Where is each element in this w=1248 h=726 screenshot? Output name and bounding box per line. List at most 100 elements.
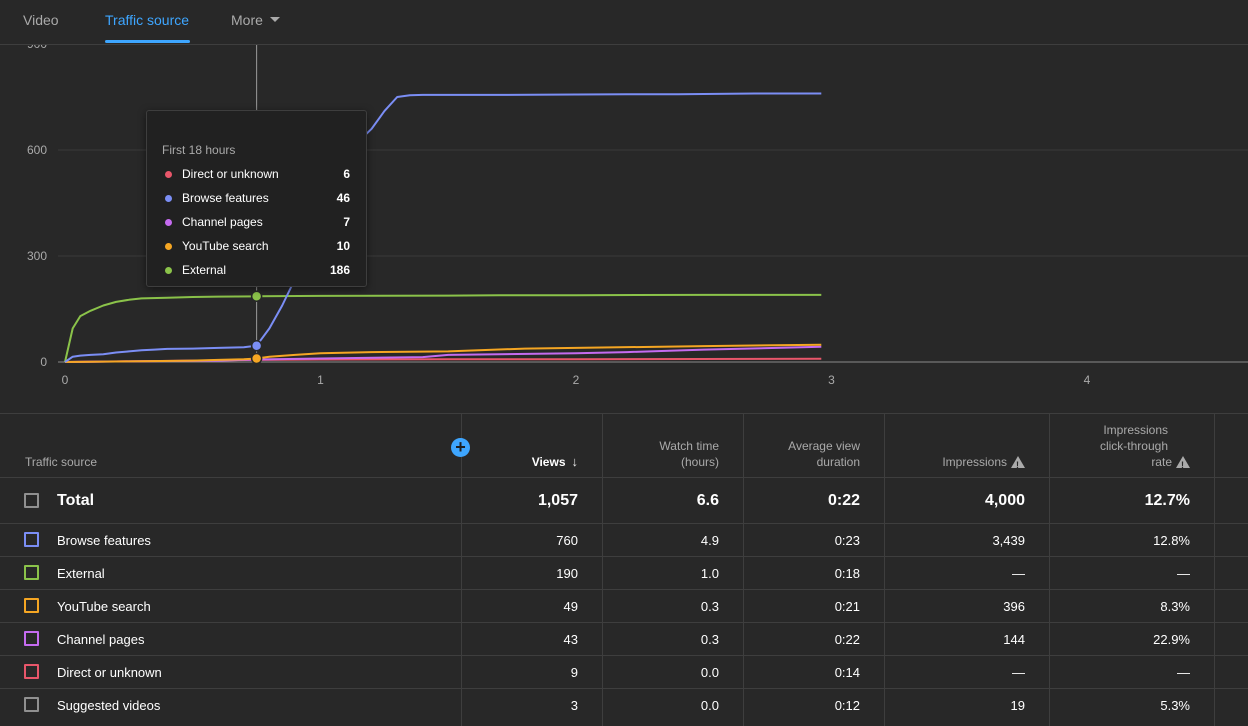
tooltip-row-value: 7 [343, 215, 350, 229]
warning-icon[interactable] [1011, 456, 1025, 473]
tab-video[interactable]: Video [23, 12, 59, 28]
header-impressions-label: Impressions [942, 455, 1007, 469]
header-impressions[interactable]: Impressions [942, 454, 1025, 473]
row-label[interactable]: External [57, 566, 105, 581]
tooltip-row-value: 6 [343, 167, 350, 181]
row-checkbox[interactable] [24, 598, 39, 613]
header-ctr[interactable]: Impressions click-through rate [1099, 422, 1190, 473]
y-tick-label: 900 [27, 45, 47, 51]
tooltip-row: Browse features 46 [162, 191, 350, 207]
header-watch-time[interactable]: Watch time (hours) [659, 438, 719, 470]
cell-ctr: 12.8% [1153, 533, 1190, 548]
cell-ctr: 12.7% [1144, 492, 1190, 509]
cell-ctr: — [1177, 566, 1190, 581]
hover-marker [250, 290, 263, 303]
legend-dot-icon [165, 267, 172, 274]
row-label: Total [57, 492, 95, 509]
row-checkbox[interactable] [24, 565, 39, 580]
arrow-down-icon: ↓ [571, 454, 579, 469]
row-checkbox[interactable] [24, 664, 39, 679]
cell-watch-time: 0.3 [700, 632, 719, 647]
cell-avg-duration: 0:21 [834, 599, 860, 614]
tooltip-row-value: 186 [329, 263, 350, 277]
cell-impressions: — [1012, 665, 1025, 680]
tooltip-row: Direct or unknown 6 [162, 167, 350, 183]
tooltip-row-value: 10 [336, 239, 350, 253]
cell-avg-duration: 0:12 [834, 698, 860, 713]
cell-views: 3 [570, 698, 578, 713]
cell-views: 1,057 [537, 492, 578, 509]
cell-ctr: — [1177, 665, 1190, 680]
y-tick-label: 300 [27, 249, 47, 263]
active-tab-indicator [105, 40, 190, 43]
cell-views: 760 [556, 533, 578, 548]
header-traffic-source: Traffic source [25, 455, 98, 469]
header-watch-time-line2: (hours) [680, 455, 719, 469]
cell-impressions: 396 [1003, 599, 1025, 614]
tooltip-row-label: Channel pages [182, 215, 263, 229]
tab-more-label: More [231, 12, 263, 28]
table-row: Direct or unknown 9 0.0 0:14 — — [0, 655, 1248, 689]
header-avg-line2: duration [816, 455, 860, 469]
row-label[interactable]: Direct or unknown [57, 665, 162, 680]
cell-views: 190 [556, 566, 578, 581]
warning-icon[interactable] [1176, 456, 1190, 473]
traffic-source-table: Traffic source + Views ↓ Watch time (hours… [0, 413, 1248, 726]
cell-impressions: 3,439 [992, 533, 1025, 548]
cell-avg-duration: 0:22 [834, 632, 860, 647]
cell-ctr: 22.9% [1153, 632, 1190, 647]
cell-watch-time: 4.9 [700, 533, 719, 548]
cell-watch-time: 0.0 [700, 665, 719, 680]
table-row: External 190 1.0 0:18 — — [0, 556, 1248, 590]
header-views[interactable]: Views ↓ [532, 454, 578, 470]
row-label[interactable]: Suggested videos [57, 698, 160, 713]
tab-more[interactable]: More [231, 12, 280, 28]
legend-dot-icon [165, 243, 172, 250]
table-row-total: Total 1,057 6.6 0:22 4,000 12.7% [0, 477, 1248, 524]
y-tick-label: 0 [40, 355, 47, 369]
x-tick-label: 2 [573, 373, 580, 387]
hover-marker [250, 352, 263, 365]
legend-dot-icon [165, 219, 172, 226]
header-avg-view-duration[interactable]: Average view duration [788, 438, 860, 470]
tab-traffic-source[interactable]: Traffic source [105, 12, 189, 28]
tooltip-row-label: Browse features [182, 191, 269, 205]
cell-ctr: 8.3% [1160, 599, 1190, 614]
cell-impressions: 4,000 [984, 492, 1025, 509]
header-ctr-line2: click-through [1099, 439, 1168, 453]
add-metric-button[interactable]: + [451, 438, 470, 457]
cell-impressions: 144 [1003, 632, 1025, 647]
cell-avg-duration: 0:14 [834, 665, 860, 680]
header-ctr-line3: rate [1151, 455, 1172, 469]
cell-watch-time: 0.0 [700, 698, 719, 713]
x-tick-label: 3 [828, 373, 835, 387]
tooltip-row-value: 46 [336, 191, 350, 205]
row-checkbox[interactable] [24, 631, 39, 646]
cell-impressions: 19 [1010, 698, 1025, 713]
row-label[interactable]: Browse features [57, 533, 151, 548]
cell-views: 49 [563, 599, 578, 614]
tooltip-row-label: Direct or unknown [182, 167, 279, 181]
row-label[interactable]: YouTube search [57, 599, 151, 614]
legend-dot-icon [165, 171, 172, 178]
cell-avg-duration: 0:22 [827, 492, 860, 509]
row-checkbox[interactable] [24, 532, 39, 547]
header-avg-line1: Average view [788, 439, 860, 453]
total-checkbox[interactable] [24, 493, 39, 508]
cell-watch-time: 6.6 [696, 492, 719, 509]
row-label[interactable]: Channel pages [57, 632, 144, 647]
cell-impressions: — [1012, 566, 1025, 581]
x-tick-label: 4 [1084, 373, 1091, 387]
legend-dot-icon [165, 195, 172, 202]
table-row: Suggested videos 3 0.0 0:12 19 5.3% [0, 688, 1248, 722]
tooltip-row: External 186 [162, 263, 350, 279]
header-watch-time-line1: Watch time [659, 439, 719, 453]
y-tick-label: 600 [27, 143, 47, 157]
table-row: YouTube search 49 0.3 0:21 396 8.3% [0, 589, 1248, 623]
cell-watch-time: 1.0 [700, 566, 719, 581]
row-checkbox[interactable] [24, 697, 39, 712]
cell-ctr: 5.3% [1160, 698, 1190, 713]
tooltip-row: YouTube search 10 [162, 239, 350, 255]
hover-marker [250, 339, 263, 352]
cell-avg-duration: 0:23 [834, 533, 860, 548]
